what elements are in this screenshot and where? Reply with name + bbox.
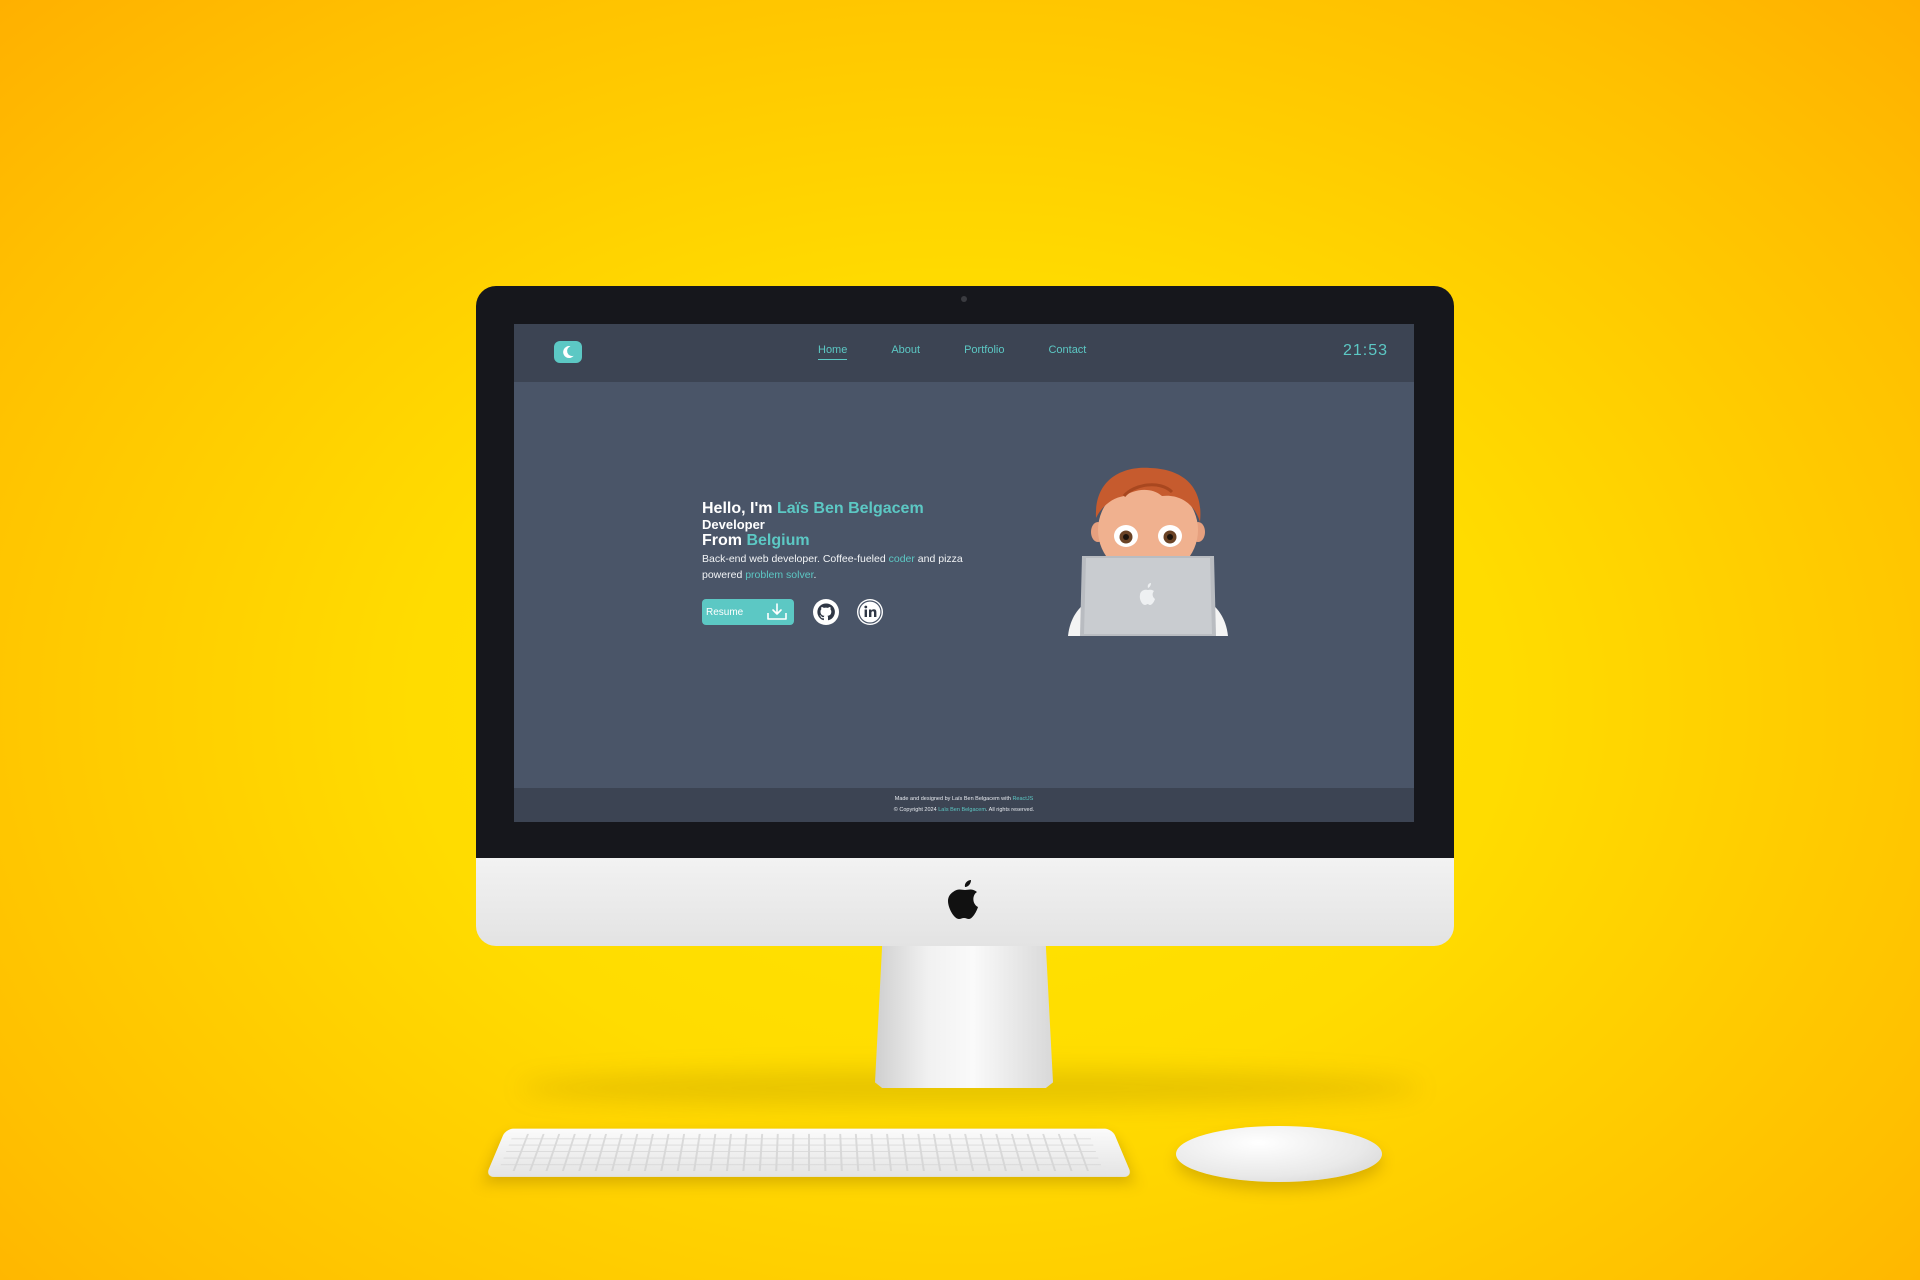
footer-credits: Made and designed by Laïs Ben Belgacem w…	[514, 794, 1414, 805]
footer-reactjs-link[interactable]: ReactJS	[1012, 796, 1033, 802]
clock: 21:53	[1342, 342, 1388, 359]
from-prefix: From	[702, 532, 747, 549]
footer-copyright-text: © Copyright 2024	[893, 807, 939, 813]
hero-intro: Hello, I'm Laïs Ben Belgacem Developer F…	[702, 500, 972, 583]
footer-copyright: © Copyright 2024 Laïs Ben Belgacem. All …	[514, 805, 1414, 816]
footer-credits-text: Made and designed by Laïs Ben Belgacem w…	[894, 796, 1013, 802]
nav-link-portfolio[interactable]: Portfolio	[964, 344, 1004, 356]
moon-icon	[563, 346, 574, 359]
greeting-heading: Hello, I'm Laïs Ben Belgacem	[702, 500, 972, 518]
download-icon	[767, 603, 787, 620]
hero-description: Back-end web developer. Coffee-fueled co…	[702, 551, 972, 583]
resume-download-button[interactable]: Resume	[702, 599, 794, 625]
website-screen: Home About Portfolio Contact 21:53 Hello…	[514, 324, 1414, 822]
footer-rights-text: . All rights reserved.	[985, 807, 1035, 813]
navbar: Home About Portfolio Contact 21:53	[514, 324, 1414, 382]
github-icon[interactable]	[812, 598, 840, 626]
hero-name: Laïs Ben Belgacem	[776, 500, 924, 517]
greeting-prefix: Hello, I'm	[702, 500, 777, 517]
hero-actions: Resume	[702, 598, 884, 626]
theme-toggle-button[interactable]	[554, 341, 582, 363]
imac-stand	[875, 946, 1053, 1088]
site-footer: Made and designed by Laïs Ben Belgacem w…	[514, 788, 1414, 822]
desc-text-3: .	[813, 569, 817, 581]
nav-link-contact[interactable]: Contact	[1048, 344, 1086, 356]
camera-dot	[961, 296, 967, 302]
imac-chin	[476, 858, 1454, 946]
apple-logo-icon	[948, 880, 978, 919]
keyboard	[485, 1128, 1133, 1177]
avatar-illustration	[1068, 467, 1228, 636]
resume-label: Resume	[706, 606, 744, 618]
location-heading: From Belgium	[702, 532, 972, 550]
role-heading: Developer	[702, 517, 765, 532]
nav-link-about[interactable]: About	[891, 344, 920, 356]
footer-author-link[interactable]: Laïs Ben Belgacem	[938, 807, 986, 813]
nav-links: Home About Portfolio Contact	[818, 344, 1086, 360]
desc-accent-problem-solver: problem solver	[745, 569, 814, 581]
desc-text-1: Back-end web developer. Coffee-fueled	[702, 553, 889, 565]
country-name: Belgium	[746, 532, 810, 549]
keyboard-keys	[498, 1133, 1104, 1172]
desc-accent-coder: coder	[888, 553, 915, 565]
mouse	[1176, 1126, 1382, 1182]
linkedin-icon[interactable]	[856, 598, 884, 626]
nav-link-home[interactable]: Home	[818, 344, 848, 360]
